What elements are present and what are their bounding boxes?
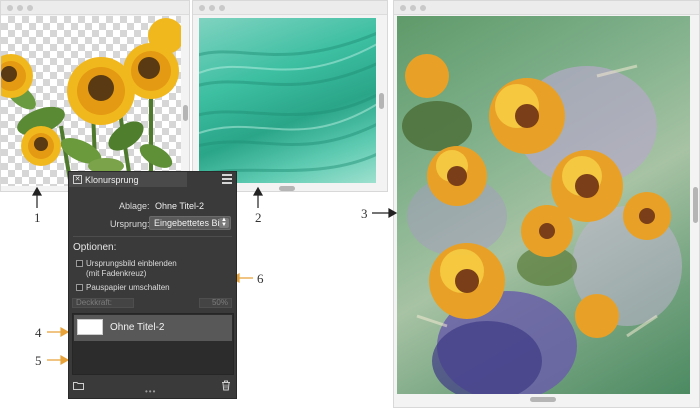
menu-icon[interactable] — [222, 174, 232, 184]
trash-icon[interactable] — [221, 380, 231, 391]
source-image-canvas[interactable] — [1, 16, 181, 186]
painting-image — [402, 54, 682, 394]
ursprung-select-value: Eingebettetes Bild — [154, 218, 227, 228]
opacity-field[interactable]: Deckkraft: — [72, 298, 134, 308]
divider — [73, 236, 232, 237]
list-item[interactable]: Ohne Titel-2 — [74, 315, 232, 341]
sunflower-image — [1, 18, 181, 186]
source-thumbnail — [77, 319, 103, 335]
window-titlebar[interactable] — [394, 1, 699, 15]
panel-title: Klonursprung — [85, 174, 139, 185]
horizontal-scrollbar[interactable] — [530, 397, 556, 402]
panel-tab[interactable]: ✕ Klonursprung — [69, 172, 187, 187]
vertical-scrollbar[interactable] — [379, 93, 384, 109]
tracing-paper-label: Pauspapier umschalten — [86, 283, 170, 292]
callout-number-6: 6 — [257, 271, 264, 286]
close-icon[interactable]: ✕ — [73, 175, 82, 184]
window-minimize-button[interactable] — [410, 5, 416, 11]
show-source-checkbox[interactable] — [76, 260, 83, 267]
window-texture — [192, 0, 388, 192]
painting-canvas[interactable] — [397, 16, 690, 394]
callout-number-5: 5 — [35, 353, 42, 368]
callout-arrow-4 — [47, 326, 70, 338]
list-item-label: Ohne Titel-2 — [110, 322, 165, 333]
tracing-paper-checkbox[interactable] — [76, 284, 83, 291]
callout-arrow-5 — [47, 354, 70, 366]
callout-number-2: 2 — [255, 210, 262, 225]
vertical-scrollbar[interactable] — [183, 105, 188, 121]
vertical-scrollbar[interactable] — [693, 187, 698, 223]
optionen-heading: Optionen: — [73, 242, 117, 253]
window-titlebar[interactable] — [193, 1, 387, 15]
texture-image — [199, 31, 376, 177]
window-titlebar[interactable] — [1, 1, 189, 15]
window-clone-painting — [393, 0, 700, 408]
texture-canvas[interactable] — [199, 18, 376, 183]
opacity-value-field[interactable]: 50% — [199, 298, 232, 308]
show-source-label: Ursprungsbild einblenden — [86, 259, 177, 268]
window-zoom-button[interactable] — [27, 5, 33, 11]
window-zoom-button[interactable] — [420, 5, 426, 11]
ablage-label: Ablage: — [119, 201, 150, 211]
callout-number-1: 1 — [34, 210, 41, 225]
callout-number-3: 3 — [361, 206, 368, 221]
ursprung-label: Ursprung: — [110, 219, 150, 229]
horizontal-scrollbar[interactable] — [279, 186, 295, 191]
callout-number-4: 4 — [35, 325, 42, 340]
show-source-sublabel: (mit Fadenkreuz) — [86, 269, 147, 278]
folder-icon[interactable] — [73, 381, 84, 390]
window-minimize-button[interactable] — [17, 5, 23, 11]
window-close-button[interactable] — [7, 5, 13, 11]
clone-source-panel: ✕ Klonursprung Ablage: Ohne Titel-2 Ursp… — [68, 171, 237, 399]
window-minimize-button[interactable] — [209, 5, 215, 11]
clone-source-list[interactable]: Ohne Titel-2 — [72, 313, 234, 375]
chevron-updown-icon: ▲ ▼ — [219, 217, 229, 228]
opacity-value: 50% — [211, 298, 228, 307]
window-source-image — [0, 0, 190, 192]
window-close-button[interactable] — [400, 5, 406, 11]
window-zoom-button[interactable] — [219, 5, 225, 11]
ablage-value: Ohne Titel-2 — [155, 201, 205, 211]
resize-grip-icon[interactable]: ••• — [145, 387, 156, 396]
ursprung-select[interactable]: Eingebettetes Bild ▲ ▼ — [149, 216, 231, 230]
opacity-label: Deckkraft: — [76, 298, 113, 307]
window-close-button[interactable] — [199, 5, 205, 11]
